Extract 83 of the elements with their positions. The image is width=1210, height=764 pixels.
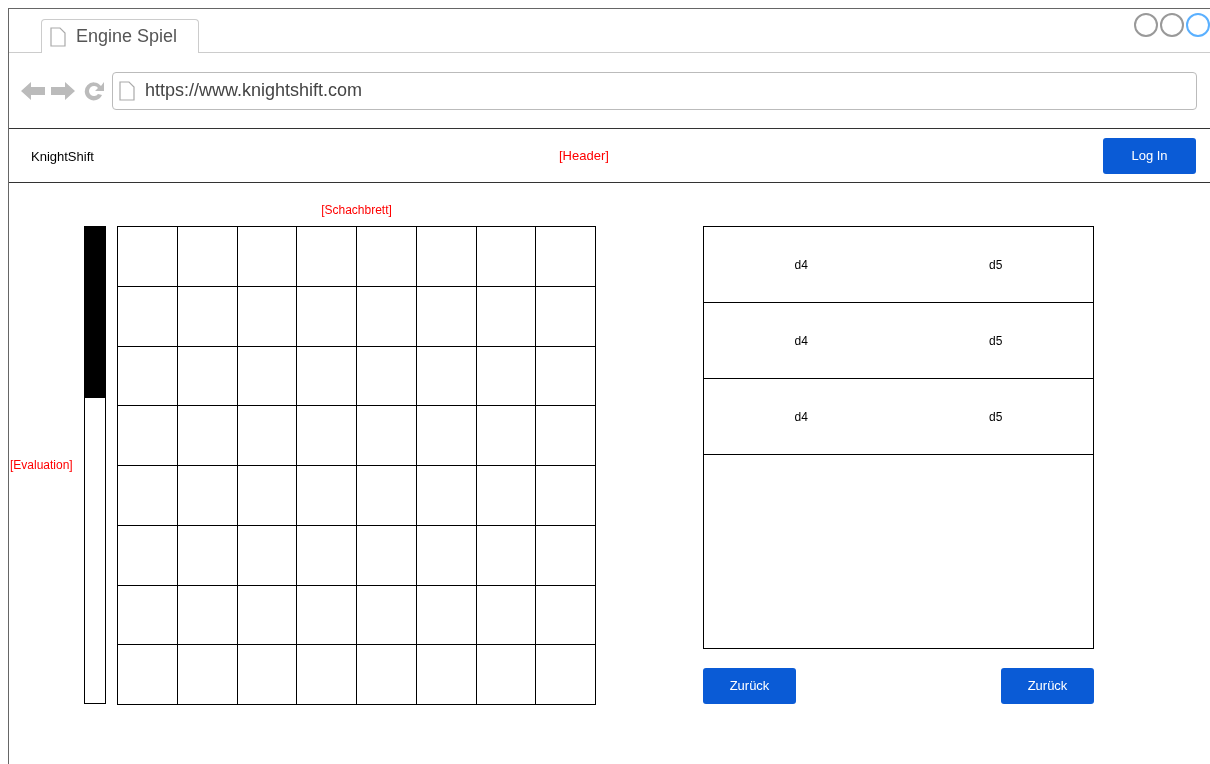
board-square[interactable] — [118, 406, 178, 466]
board-square[interactable] — [237, 466, 298, 526]
board-square[interactable] — [476, 286, 537, 347]
board-square[interactable] — [476, 466, 537, 526]
board-square[interactable] — [237, 227, 298, 287]
board-square[interactable] — [476, 645, 537, 705]
document-icon — [119, 80, 135, 101]
board-square[interactable] — [118, 346, 178, 407]
board-square[interactable] — [297, 227, 357, 287]
board-square[interactable] — [237, 346, 298, 407]
back-button[interactable]: Zurück — [1001, 668, 1094, 704]
board-square[interactable] — [297, 406, 357, 466]
move-text: d5 — [988, 333, 1004, 350]
board-square[interactable] — [416, 286, 477, 347]
board-square[interactable] — [177, 525, 238, 586]
board-square[interactable] — [536, 227, 596, 287]
annotation-label: [Header] — [559, 146, 609, 165]
board-square[interactable] — [416, 227, 477, 287]
brand-name: KnightShift — [31, 148, 94, 164]
board-square[interactable] — [177, 585, 238, 646]
board-square[interactable] — [357, 466, 417, 526]
window-control-icon[interactable] — [1160, 13, 1184, 37]
board-square[interactable] — [476, 227, 537, 287]
board-square[interactable] — [416, 466, 477, 526]
board-square[interactable] — [357, 227, 417, 287]
move-text: d4 — [793, 257, 809, 274]
board-square[interactable] — [357, 346, 417, 407]
board-square[interactable] — [297, 645, 357, 705]
move-text: d5 — [988, 257, 1004, 274]
board-square[interactable] — [177, 346, 238, 407]
board-square[interactable] — [237, 406, 298, 466]
board-square[interactable] — [118, 466, 178, 526]
board-square[interactable] — [177, 406, 238, 466]
board-square[interactable] — [118, 585, 178, 646]
board-square[interactable] — [357, 645, 417, 705]
board-square[interactable] — [177, 286, 238, 347]
board-square[interactable] — [237, 525, 298, 586]
move-text: d4 — [793, 409, 809, 426]
board-square[interactable] — [237, 286, 298, 347]
board-square[interactable] — [357, 286, 417, 347]
board-square[interactable] — [476, 406, 537, 466]
board-square[interactable] — [357, 585, 417, 646]
board-square[interactable] — [118, 286, 178, 347]
board-square[interactable] — [416, 585, 477, 646]
board-square[interactable] — [416, 645, 477, 705]
board-square[interactable] — [416, 406, 477, 466]
board-square[interactable] — [536, 406, 596, 466]
board-square[interactable] — [177, 227, 238, 287]
annotation-label: [Evaluation] — [10, 457, 73, 474]
window-control-icon[interactable] — [1134, 13, 1158, 37]
board-square[interactable] — [536, 286, 596, 347]
back-button[interactable]: Zurück — [703, 668, 796, 704]
move-text: d4 — [793, 333, 809, 350]
board-square[interactable] — [536, 585, 596, 646]
annotation-label: [Schachbrett] — [321, 202, 392, 219]
move-text: d5 — [988, 409, 1004, 426]
browser-tab[interactable]: Engine Spiel — [41, 19, 199, 53]
board-square[interactable] — [237, 645, 298, 705]
board-square[interactable] — [357, 406, 417, 466]
board-square[interactable] — [416, 346, 477, 407]
board-square[interactable] — [118, 525, 178, 586]
board-square[interactable] — [536, 466, 596, 526]
board-square[interactable] — [297, 585, 357, 646]
board-square[interactable] — [476, 346, 537, 407]
board-square[interactable] — [297, 346, 357, 407]
login-button[interactable]: Log In — [1103, 137, 1196, 174]
board-square[interactable] — [177, 466, 238, 526]
board-square[interactable] — [476, 525, 537, 586]
board-square[interactable] — [416, 525, 477, 586]
board-square[interactable] — [536, 645, 596, 705]
board-square[interactable] — [357, 525, 417, 586]
board-square[interactable] — [118, 645, 178, 705]
board-square[interactable] — [536, 346, 596, 407]
board-square[interactable] — [177, 645, 238, 705]
board-square[interactable] — [297, 525, 357, 586]
board-square[interactable] — [297, 286, 357, 347]
board-square[interactable] — [536, 525, 596, 586]
document-icon — [50, 26, 66, 47]
board-square[interactable] — [476, 585, 537, 646]
address-field[interactable]: https://www.knightshift.com — [112, 71, 1197, 110]
board-square[interactable] — [297, 466, 357, 526]
board-square[interactable] — [118, 227, 178, 287]
board-square[interactable] — [237, 585, 298, 646]
